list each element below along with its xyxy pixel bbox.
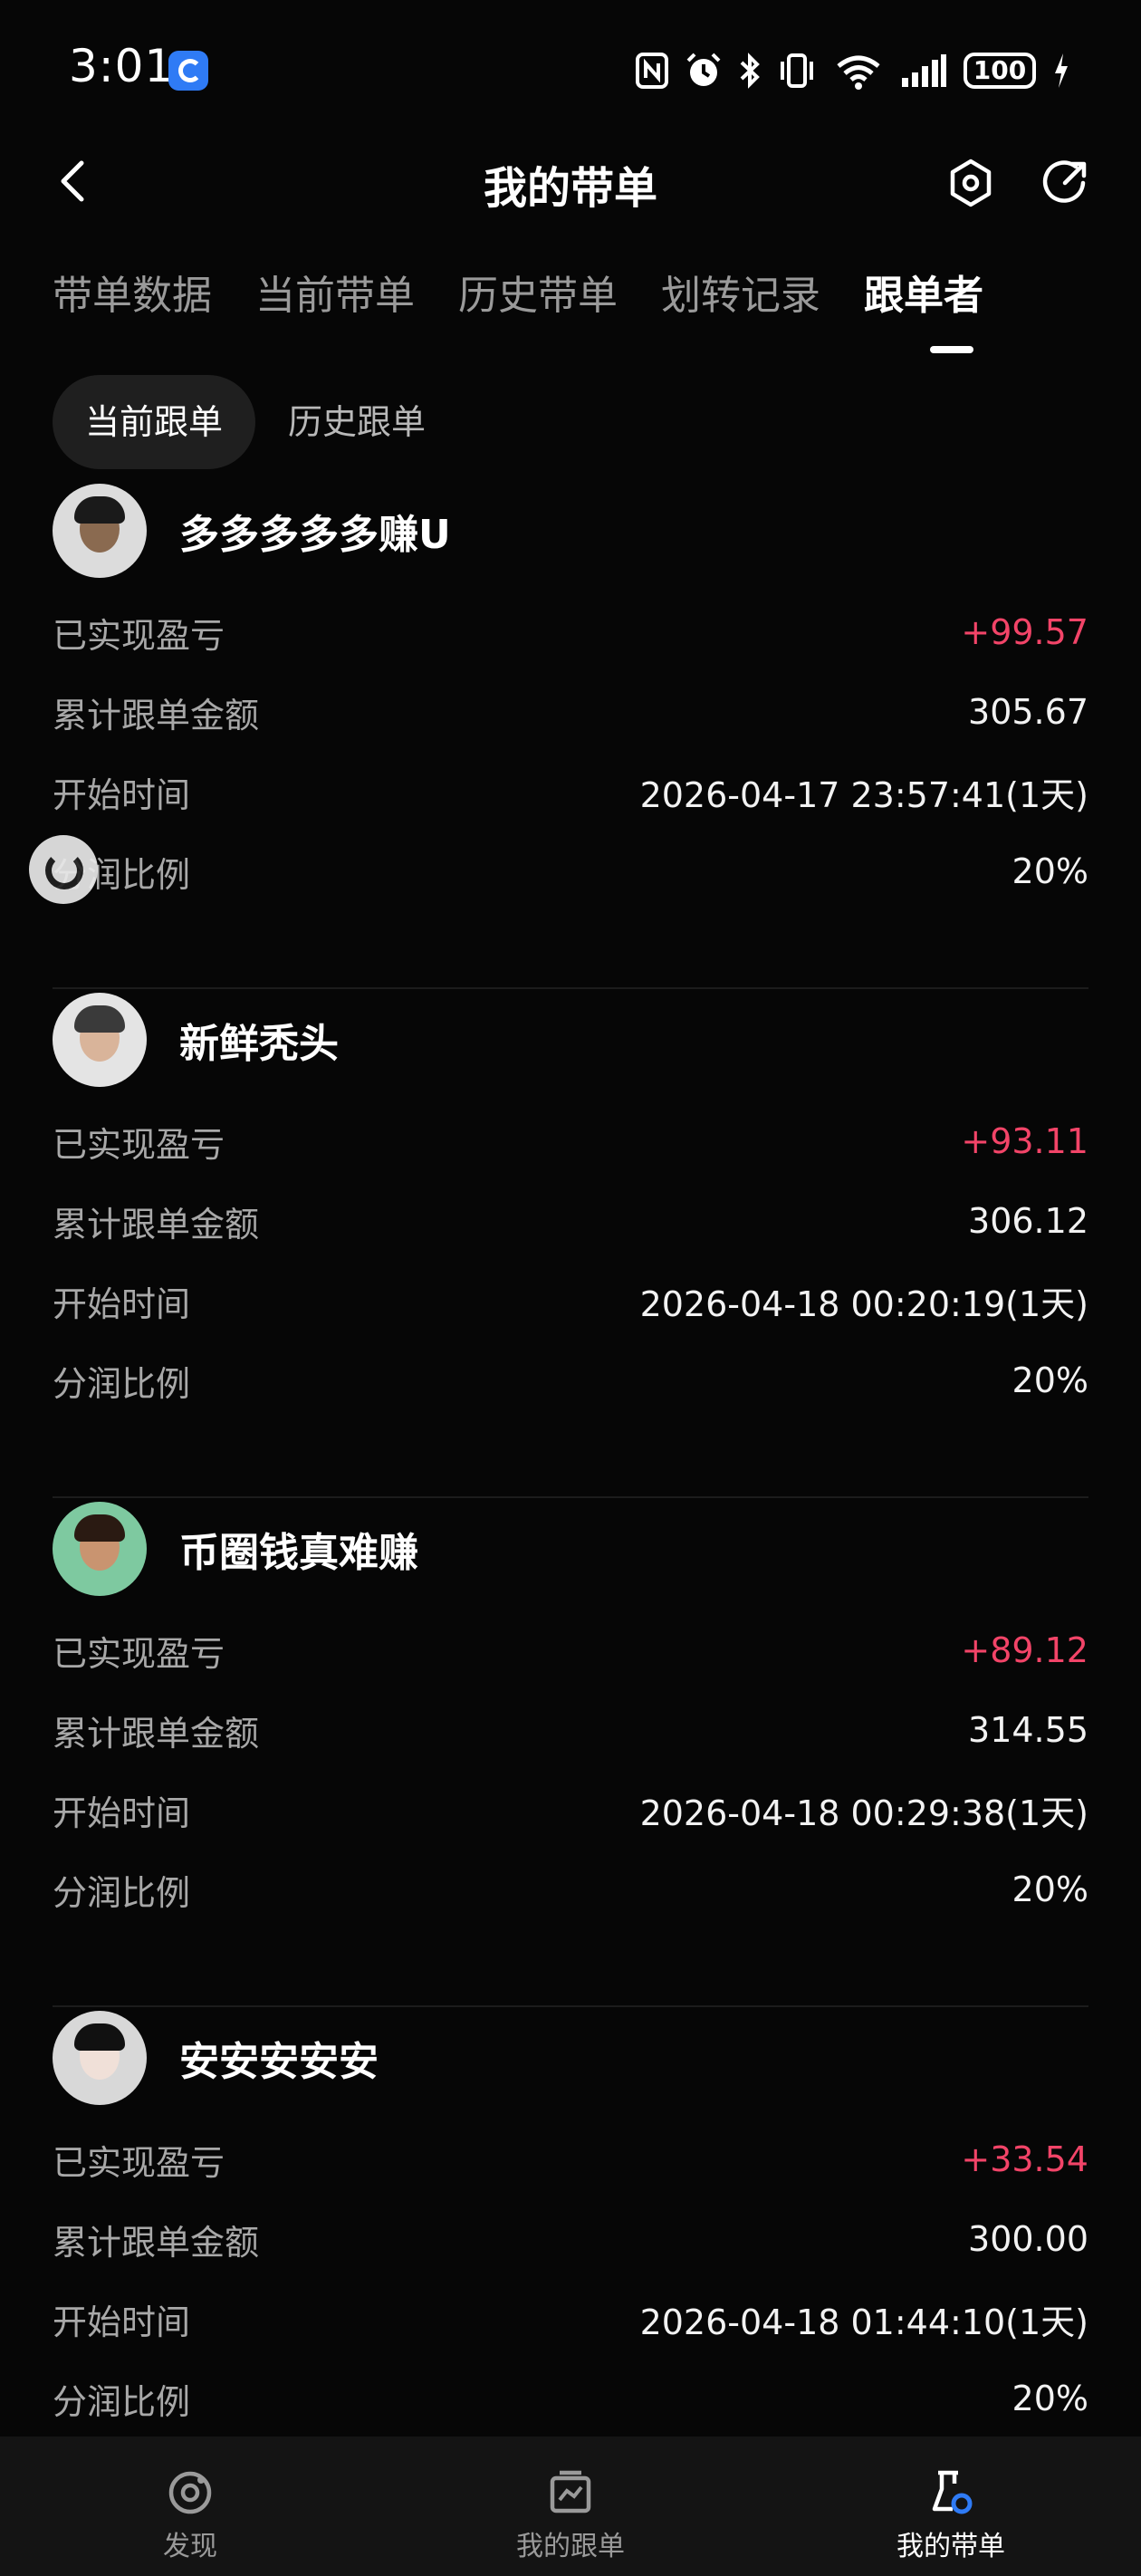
pnl-label: 已实现盈亏 bbox=[53, 615, 225, 656]
amount-label: 累计跟单金额 bbox=[53, 2222, 260, 2263]
avatar bbox=[53, 484, 147, 578]
app-notification-icon bbox=[168, 51, 208, 91]
ratio-value: 20% bbox=[1012, 1360, 1088, 1400]
ratio-value: 20% bbox=[1012, 1870, 1088, 1909]
bottom-nav-my-lead[interactable]: 我的带单 bbox=[761, 2437, 1141, 2576]
wifi-icon bbox=[837, 55, 880, 90]
status-time: 3:01 bbox=[69, 40, 175, 92]
nfc-icon bbox=[636, 53, 668, 89]
ratio-label: 分润比例 bbox=[53, 1363, 191, 1404]
bottom-nav-my-copy[interactable]: 我的跟单 bbox=[380, 2437, 761, 2576]
pnl-value: +89.12 bbox=[961, 1630, 1088, 1670]
lead-trade-icon bbox=[932, 2470, 973, 2514]
status-bar: 3:01 100 bbox=[0, 0, 1141, 136]
ratio-value: 20% bbox=[1012, 2379, 1088, 2418]
share-icon[interactable] bbox=[1040, 158, 1090, 208]
pnl-label: 已实现盈亏 bbox=[53, 1633, 225, 1674]
vibrate-icon bbox=[781, 53, 813, 88]
follower-card[interactable]: 多多多多多赚U 已实现盈亏 +99.57 累计跟单金额 305.67 开始时间 202… bbox=[53, 480, 1088, 989]
start-value: 2026-04-18 00:29:38(1天) bbox=[639, 1793, 1088, 1833]
start-label: 开始时间 bbox=[53, 774, 191, 815]
subtab-history-follow[interactable]: 历史跟单 bbox=[255, 375, 458, 469]
start-value: 2026-04-18 00:20:19(1天) bbox=[639, 1283, 1088, 1324]
follower-name: 币圈钱真难赚 bbox=[179, 1530, 418, 1576]
start-value: 2026-04-17 23:57:41(1天) bbox=[639, 774, 1088, 815]
follower-card[interactable]: 币圈钱真难赚 已实现盈亏 +89.12 累计跟单金额 314.55 开始时间 2026… bbox=[53, 1498, 1088, 2007]
subtab-current-follow[interactable]: 当前跟单 bbox=[53, 375, 256, 469]
start-value: 2026-04-18 01:44:10(1天) bbox=[639, 2302, 1088, 2342]
follower-name: 新鲜秃头 bbox=[179, 1021, 339, 1067]
tab-transfer-records[interactable]: 划转记录 bbox=[661, 263, 820, 335]
avatar bbox=[53, 1502, 147, 1596]
ratio-label: 分润比例 bbox=[53, 1872, 191, 1913]
amount-value: 314.55 bbox=[968, 1710, 1088, 1750]
bottom-nav-discover[interactable]: 发现 bbox=[0, 2437, 380, 2576]
ratio-value: 20% bbox=[1012, 851, 1088, 891]
tab-followers[interactable]: 跟单者 bbox=[864, 263, 983, 353]
charging-icon bbox=[1055, 53, 1068, 88]
start-label: 开始时间 bbox=[53, 1793, 191, 1833]
settings-hexagon-icon[interactable] bbox=[947, 158, 994, 208]
signal-icon bbox=[902, 54, 946, 87]
pnl-label: 已实现盈亏 bbox=[53, 2142, 225, 2183]
follower-list: 多多多多多赚U 已实现盈亏 +99.57 累计跟单金额 305.67 开始时间 202… bbox=[53, 480, 1088, 2516]
amount-value: 305.67 bbox=[968, 692, 1088, 732]
bottom-nav: 发现 我的跟单 我的带单 bbox=[0, 2437, 1141, 2576]
bluetooth-icon bbox=[740, 53, 760, 89]
tab-followers-label: 跟单者 bbox=[864, 273, 983, 319]
status-icons: 100 bbox=[636, 47, 1070, 94]
pnl-value: +93.11 bbox=[961, 1121, 1088, 1161]
bottom-nav-label: 我的跟单 bbox=[516, 2531, 625, 2562]
main-tabs: 带单数据 当前带单 历史带单 划转记录 跟单者 bbox=[53, 263, 1027, 353]
amount-label: 累计跟单金额 bbox=[53, 1204, 260, 1245]
copy-trade-icon bbox=[550, 2470, 591, 2514]
tab-lead-data[interactable]: 带单数据 bbox=[53, 263, 212, 335]
avatar bbox=[53, 2011, 147, 2105]
follower-card[interactable]: 新鲜秃头 已实现盈亏 +93.11 累计跟单金额 306.12 开始时间 2026-0… bbox=[53, 989, 1088, 1498]
tab-history-lead[interactable]: 历史带单 bbox=[458, 263, 618, 335]
start-label: 开始时间 bbox=[53, 2302, 191, 2342]
active-tab-indicator bbox=[930, 346, 973, 353]
tab-current-lead[interactable]: 当前带单 bbox=[255, 263, 415, 335]
start-label: 开始时间 bbox=[53, 1283, 191, 1324]
battery-indicator: 100 bbox=[964, 53, 1036, 89]
amount-value: 300.00 bbox=[968, 2219, 1088, 2259]
discover-icon bbox=[168, 2471, 212, 2514]
pnl-label: 已实现盈亏 bbox=[53, 1124, 225, 1165]
follower-name: 多多多多多赚U bbox=[179, 512, 451, 558]
bottom-nav-label: 发现 bbox=[163, 2531, 217, 2562]
ratio-label: 分润比例 bbox=[53, 2381, 191, 2422]
pnl-value: +33.54 bbox=[961, 2139, 1088, 2179]
follower-name: 安安安安安 bbox=[179, 2039, 379, 2085]
amount-label: 累计跟单金额 bbox=[53, 1713, 260, 1754]
pnl-value: +99.57 bbox=[961, 612, 1088, 652]
avatar bbox=[53, 993, 147, 1087]
sub-tabs: 当前跟单 历史跟单 bbox=[53, 375, 458, 469]
alarm-icon bbox=[686, 53, 721, 86]
top-nav: 我的带单 bbox=[0, 136, 1141, 226]
amount-label: 累计跟单金额 bbox=[53, 695, 260, 735]
bottom-nav-label: 我的带单 bbox=[896, 2531, 1005, 2562]
floating-assistant-button[interactable] bbox=[29, 835, 98, 904]
amount-value: 306.12 bbox=[968, 1201, 1088, 1241]
